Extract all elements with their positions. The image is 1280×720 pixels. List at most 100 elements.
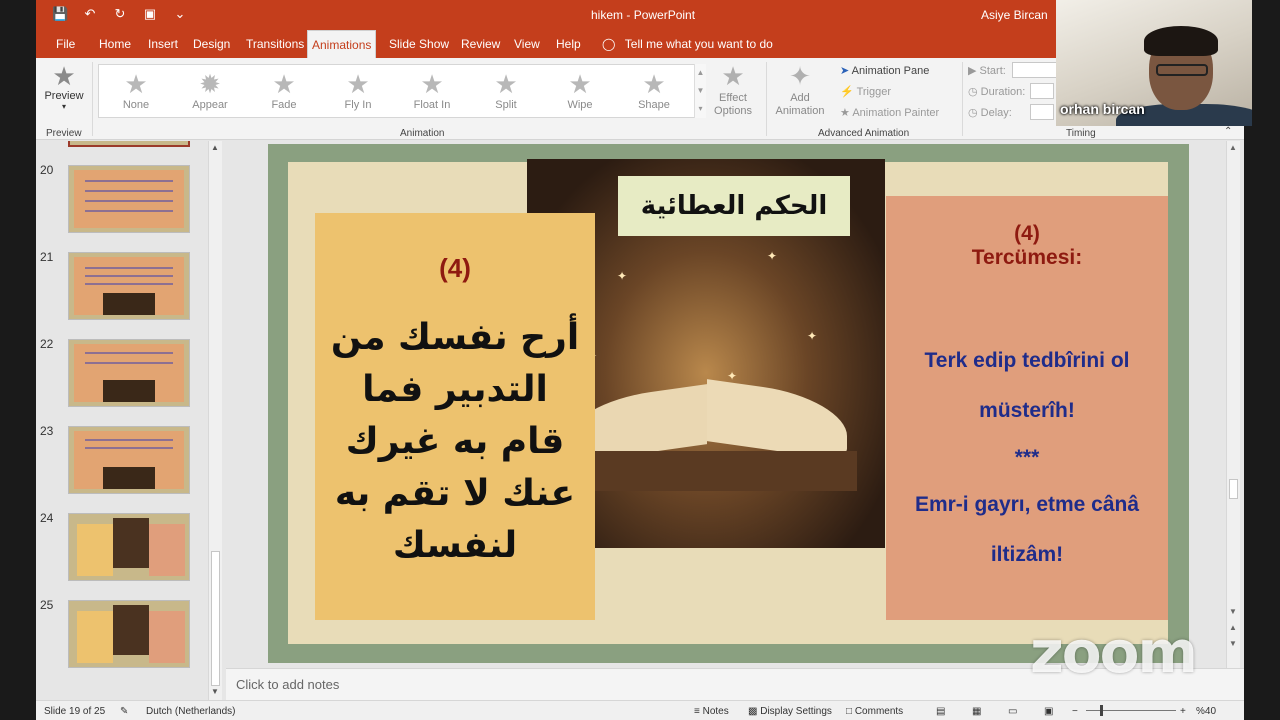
animation-shape[interactable]: ★ Shape [619,69,689,111]
zoom-level[interactable]: %40 [1196,706,1216,717]
language-indicator[interactable]: Dutch (Netherlands) [146,706,235,717]
tab-help[interactable]: Help [552,30,585,58]
animation-split[interactable]: ★ Split [471,69,541,111]
star-icon: ★ [642,69,666,99]
previous-slide-icon[interactable]: ▲ [1229,623,1237,632]
preview-button[interactable]: ★ Preview ▾ [42,62,86,111]
tab-animations[interactable]: Animations [307,30,377,58]
zoom-slider[interactable] [1086,705,1176,716]
duration-input[interactable] [1030,83,1054,99]
notes-icon: ≡ [694,706,700,717]
comment-icon: □ [846,706,853,717]
tab-slide-show[interactable]: Slide Show [385,30,453,58]
tab-insert[interactable]: Insert [144,30,182,58]
chevron-down-icon[interactable]: ▼ [695,82,706,100]
arabic-text-box[interactable]: (4) أرح نفسك من التدبير فما قام به غيرك … [315,213,595,620]
thumbnail-22[interactable] [68,339,190,407]
start-select[interactable] [1012,62,1058,78]
translation-label: Tercümesi: [971,246,1083,269]
star-icon: ★ [272,69,296,99]
thumbnail-21[interactable] [68,252,190,320]
slideshow-icon[interactable]: ▣ [142,6,158,22]
animation-float-in[interactable]: ★ Float In [397,69,467,111]
scroll-down-icon[interactable]: ▼ [211,687,219,696]
slide-scrollbar[interactable]: ▲ ▼ ▲ ▼ [1226,141,1240,668]
group-label-preview: Preview [46,128,82,139]
spellcheck-icon[interactable]: ✎ [120,706,128,717]
animation-fade[interactable]: ★ Fade [249,69,319,111]
notes-button[interactable]: ≡ Notes [694,706,729,717]
slide-title[interactable]: الحكم العطائية [618,176,850,236]
zoom-out-icon[interactable]: − [1072,706,1078,717]
display-settings-button[interactable]: ▩ Display Settings [748,706,832,717]
animation-pane-button[interactable]: ➤ Animation Pane [840,64,929,77]
group-label-timing: Timing [1066,128,1096,139]
add-animation-button[interactable]: ✦ Add Animation [770,62,830,118]
lightbulb-icon: ◯ [602,37,616,51]
participant-video[interactable]: orhan bircan [1056,0,1252,126]
tab-transitions[interactable]: Transitions [242,30,308,58]
scroll-down-icon[interactable]: ▼ [1229,607,1237,616]
thumbnail-number: 21 [40,250,54,264]
thumbnail-23[interactable] [68,426,190,494]
delay-input[interactable] [1030,104,1054,120]
undo-icon[interactable]: ↶ [82,6,98,22]
thumbnail-19-partial[interactable] [68,141,190,147]
thumbnail-scrollbar[interactable]: ▲ ▼ [208,141,222,701]
animation-appear[interactable]: ✹ Appear [175,69,245,111]
window-title: hikem - PowerPoint [591,8,696,22]
zoom-in-icon[interactable]: + [1180,706,1186,717]
group-label-animation: Animation [400,128,445,139]
scrollbar-thumb[interactable] [211,551,220,686]
timing-start: ▶ Start: [968,65,1006,77]
tab-home[interactable]: Home [95,30,135,58]
tab-review[interactable]: Review [457,30,504,58]
brush-icon: ★ [840,107,850,119]
thumbnail-24[interactable] [68,513,190,581]
star-icon: ★ [346,69,370,99]
animation-pane-icon: ➤ [840,65,850,77]
tab-design[interactable]: Design [189,30,234,58]
thumbnail-number: 22 [40,337,54,351]
arabic-text: أرح نفسك من التدبير فما قام به غيرك عنك … [330,317,580,566]
translation-line-2: Emr-i gayrı, etme cânâ iltizâm! [914,493,1140,566]
gallery-more-icon[interactable]: ▾ [695,100,706,118]
collapse-ribbon-icon[interactable]: ⌃ [1224,126,1232,137]
comments-button[interactable]: □ Comments [846,706,903,717]
tab-file[interactable]: File [52,30,79,58]
thumbnail-number: 20 [40,163,54,177]
scrollbar-thumb[interactable] [1229,479,1238,499]
account-name[interactable]: Asiye Bircan [981,8,1048,22]
tab-view[interactable]: View [510,30,544,58]
next-slide-icon[interactable]: ▼ [1229,639,1237,648]
group-label-advanced: Advanced Animation [818,128,910,139]
thumbnail-20[interactable] [68,165,190,233]
translation-separator: *** [1014,446,1040,469]
clock-icon: ◷ [968,86,978,98]
animation-painter-button[interactable]: ★ Animation Painter [840,106,939,119]
burst-star-icon: ✹ [199,69,221,99]
thumbnail-25[interactable] [68,600,190,668]
gallery-scroll[interactable]: ▲ ▼ ▾ [694,64,706,118]
tell-me-box[interactable]: ◯ Tell me what you want to do [602,30,773,58]
slide-sorter-icon[interactable]: ▦ [972,706,981,717]
translation-text-box[interactable]: (4) Tercümesi: Terk edip tedbîrini ol mü… [886,196,1168,620]
reading-view-icon[interactable]: ▭ [1008,706,1017,717]
scroll-up-icon[interactable]: ▲ [211,143,219,152]
scroll-up-icon[interactable]: ▲ [1229,143,1237,152]
animation-wipe[interactable]: ★ Wipe [545,69,615,111]
status-bar: Slide 19 of 25 ✎ Dutch (Netherlands) ≡ N… [36,700,1244,720]
effect-options-button[interactable]: ★ Effect Options [708,62,758,118]
slideshow-view-icon[interactable]: ▣ [1044,706,1053,717]
chevron-up-icon[interactable]: ▲ [695,64,706,82]
current-slide[interactable]: ✦ ✦ ✦ ✦ ✦ ✦ الحكم العطائية (4) أرح نفسك … [268,144,1189,663]
customize-qat-icon[interactable]: ⌄ [172,6,188,22]
animation-fly-in[interactable]: ★ Fly In [323,69,393,111]
save-icon[interactable]: 💾 [52,6,68,22]
notes-placeholder: Click to add notes [236,677,340,692]
trigger-button[interactable]: ⚡ Trigger [840,85,891,98]
redo-icon[interactable]: ↻ [112,6,128,22]
normal-view-icon[interactable]: ▤ [936,706,945,717]
zoom-slider-knob[interactable] [1100,705,1103,716]
animation-none[interactable]: ★ None [101,69,171,111]
